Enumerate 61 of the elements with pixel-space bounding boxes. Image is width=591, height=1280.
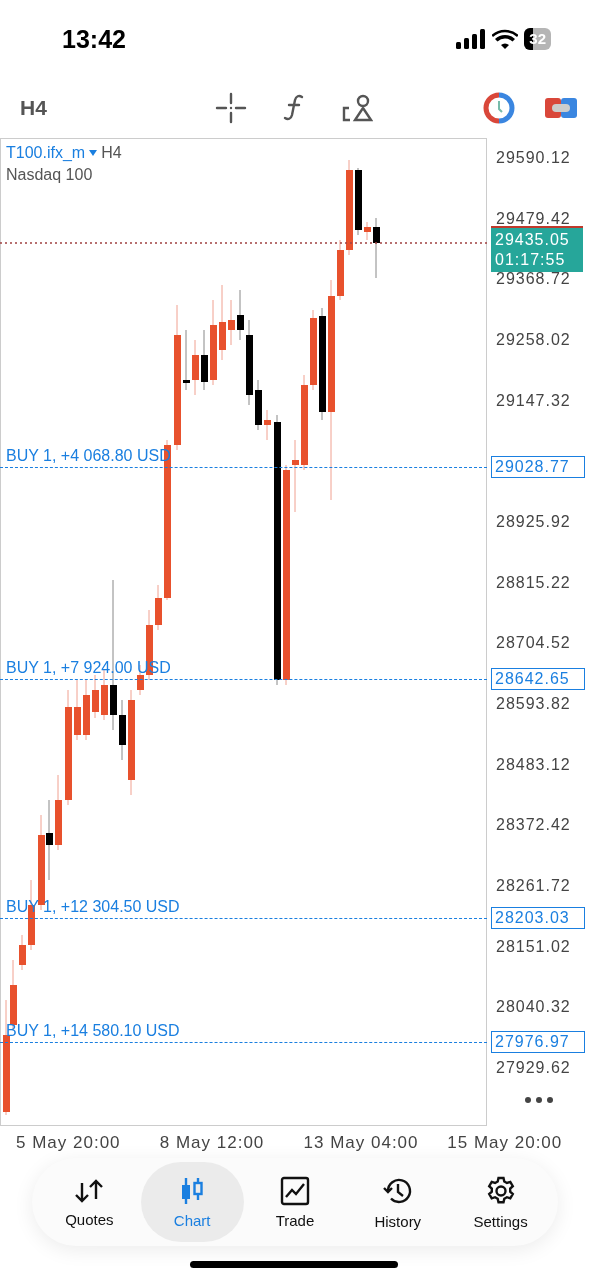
price-tick: 29258.02 [496, 330, 571, 349]
candle [183, 329, 190, 391]
price-tick: 29479.42 [496, 209, 571, 228]
nav-tab[interactable]: Quotes [38, 1162, 141, 1242]
current-price-label: 29435.05 01:17:55 [491, 226, 583, 272]
signal-icon [456, 29, 487, 49]
nav-tab[interactable]: Trade [243, 1162, 347, 1242]
dropdown-caret-icon[interactable] [89, 150, 98, 156]
function-icon[interactable] [283, 93, 305, 123]
price-tick: 28704.52 [496, 634, 571, 653]
order-price: 28203.03 [491, 907, 585, 929]
candle [364, 221, 371, 241]
time-tick: 5 May 20:00 [16, 1133, 122, 1153]
price-tick: 28815.22 [496, 573, 571, 592]
price-tick: 28483.12 [496, 755, 571, 774]
crosshair-icon[interactable] [215, 92, 247, 124]
candle [355, 167, 362, 236]
more-icon[interactable] [524, 1096, 554, 1104]
candle [119, 699, 126, 761]
wifi-icon [492, 29, 519, 49]
price-tick: 27929.62 [496, 1058, 571, 1077]
price-tick: 29147.32 [496, 391, 571, 410]
candle [192, 339, 199, 396]
time-tick: 15 May 20:00 [447, 1133, 564, 1153]
shapes-icon[interactable] [341, 92, 373, 124]
nav-tab[interactable]: Settings [449, 1162, 552, 1242]
toggle-icon[interactable] [545, 95, 577, 121]
candle [83, 679, 90, 741]
price-tick: 28925.92 [496, 512, 571, 531]
candle [155, 584, 162, 631]
price-tick: 28040.32 [496, 998, 571, 1017]
price-tick: 29368.72 [496, 270, 571, 289]
price-tick: 29590.12 [496, 149, 571, 167]
candle [74, 679, 81, 741]
price-tick: 28372.42 [496, 816, 571, 835]
candle [19, 934, 26, 971]
candle [373, 217, 380, 279]
symbol-description: Nasdaq 100 [6, 166, 93, 184]
price-tick: 28261.72 [496, 876, 571, 895]
symbol-link[interactable]: T100.ifx_m [6, 144, 86, 162]
price-tick: 28593.82 [496, 694, 571, 713]
candle [201, 329, 208, 391]
nav-tab[interactable]: History [346, 1162, 450, 1242]
order-price: 27976.97 [491, 1031, 585, 1053]
time-tick: 8 May 12:00 [159, 1133, 266, 1153]
order-price: 28642.65 [491, 668, 585, 690]
chart-timeframe: H4 [101, 144, 122, 162]
clock-ring-icon[interactable] [483, 92, 515, 124]
candle [228, 299, 235, 346]
candle [264, 409, 271, 441]
price-tick: 28151.02 [496, 937, 571, 956]
line-chart-icon [280, 1175, 310, 1206]
candle [92, 674, 99, 719]
candle [255, 379, 262, 431]
clock: 13:42 [62, 24, 126, 54]
time-tick: 13 May 04:00 [303, 1133, 420, 1153]
candle [237, 289, 244, 341]
order-label: BUY 1, +14 580.10 USD [6, 1022, 180, 1040]
timeframe-button[interactable]: H4 [20, 96, 215, 120]
order-price: 29028.77 [491, 456, 585, 478]
candle [337, 239, 344, 301]
